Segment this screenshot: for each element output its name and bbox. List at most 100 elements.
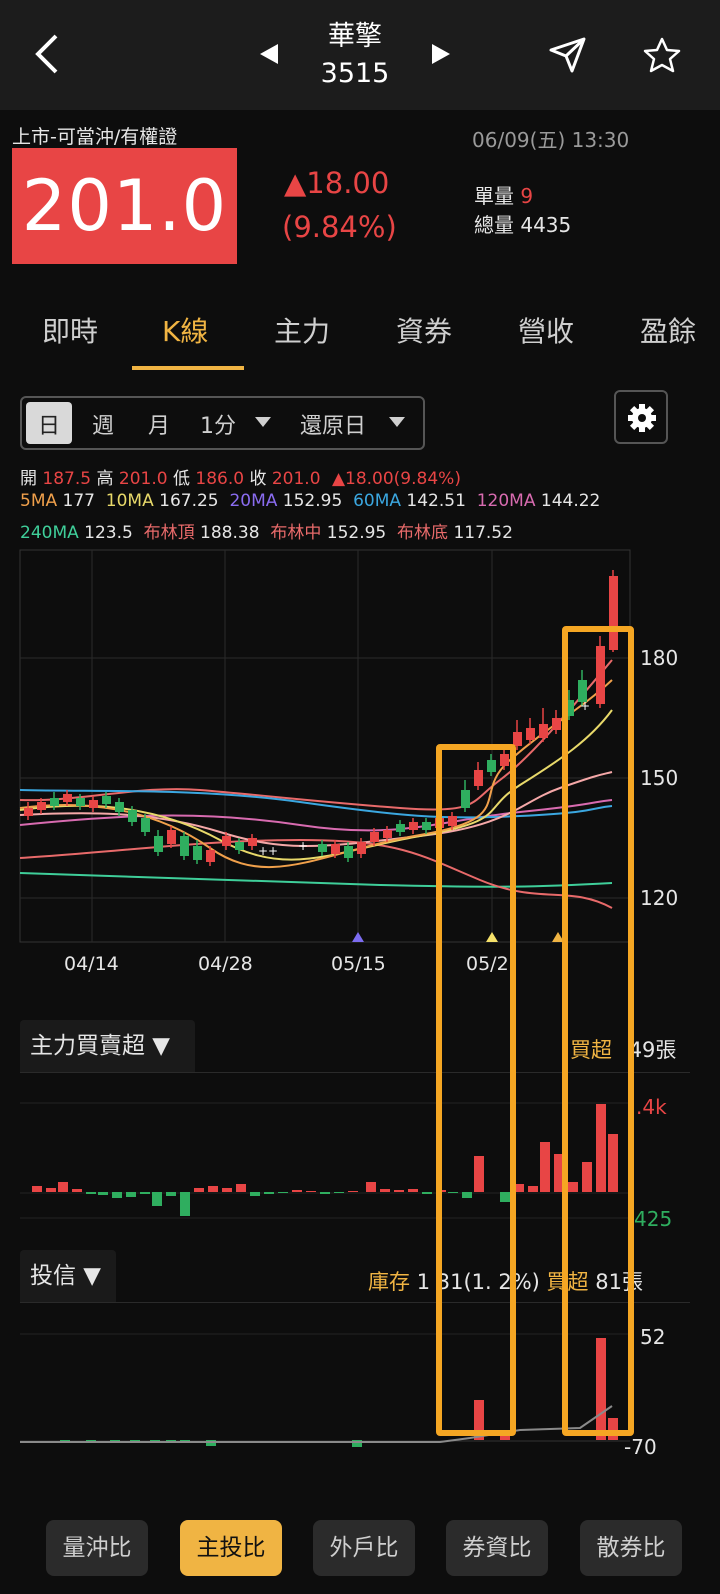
candle-body: [552, 718, 561, 730]
ma60-value: 142.51: [406, 491, 466, 511]
next-stock-icon[interactable]: [430, 42, 452, 66]
unit-volume-label: 單量: [474, 184, 514, 208]
candle-body: [180, 836, 189, 856]
candle-body: [222, 836, 231, 846]
candle-body: [526, 728, 535, 740]
main-force-bar: [58, 1182, 68, 1192]
low-label: 低: [172, 469, 190, 489]
period-week[interactable]: 週: [92, 408, 114, 440]
tab-realtime[interactable]: 即時: [42, 310, 98, 350]
main-force-bar: [86, 1192, 96, 1194]
main-force-bar: [264, 1192, 274, 1194]
trust-top-value: 52: [640, 1325, 665, 1349]
main-trust-ratio-button[interactable]: 主投比: [180, 1520, 282, 1576]
main-force-bottom-value: 425: [634, 1207, 672, 1231]
margin-ratio-button[interactable]: 券資比: [446, 1520, 548, 1576]
total-volume: 總量 4435: [474, 209, 571, 238]
market-label: 上市-可當沖/有權證: [12, 126, 178, 148]
period-minute[interactable]: 1分: [200, 408, 236, 440]
candle-body: [396, 824, 405, 832]
main-force-bar: [208, 1186, 218, 1192]
foreign-ratio-button[interactable]: 外戶比: [313, 1520, 415, 1576]
period-day[interactable]: 日: [38, 408, 60, 440]
tab-kline-underline: [132, 366, 244, 370]
candle-body: [141, 818, 150, 832]
total-volume-value: 4435: [520, 213, 572, 237]
ma5-value: 177: [62, 491, 95, 511]
ma60-label: 60MA: [353, 491, 402, 511]
candle-body: [50, 798, 59, 806]
main-force-bar: [408, 1189, 418, 1192]
trust-dropdown[interactable]: 投信 ▼: [20, 1250, 116, 1302]
candle-body: [409, 822, 418, 830]
candle-body: [422, 822, 431, 830]
candle-body: [206, 850, 215, 862]
main-force-bar: [166, 1192, 176, 1196]
ma20-value: 152.95: [282, 491, 343, 511]
highlight-box-2: [562, 626, 634, 1436]
main-force-bar: [306, 1191, 316, 1192]
candle-body: [154, 836, 163, 852]
unit-volume-value: 9: [520, 184, 534, 208]
main-force-dropdown[interactable]: 主力買賣超 ▼: [20, 1020, 195, 1072]
ma5-line: [19, 679, 613, 869]
ma20-label: 20MA: [229, 491, 278, 511]
high-label: 高: [96, 469, 114, 489]
candle-body: [344, 846, 353, 858]
trust-inventory-line: [20, 1405, 613, 1443]
tab-kline[interactable]: K線: [162, 310, 208, 350]
ma-lines: [19, 659, 613, 909]
tab-main-force[interactable]: 主力: [274, 310, 330, 350]
ma120-label: 120MA: [476, 491, 536, 511]
share-icon[interactable]: [548, 36, 588, 74]
candle-body: [167, 830, 176, 844]
main-force-bar: [46, 1188, 56, 1192]
main-force-bar: [152, 1192, 162, 1206]
close-label: 收: [249, 469, 267, 489]
tab-earnings[interactable]: 盈餘: [640, 310, 696, 350]
candle-body: [318, 844, 327, 852]
minute-dropdown-icon[interactable]: [254, 416, 272, 428]
main-force-bar: [278, 1192, 288, 1193]
main-force-bar: [126, 1192, 136, 1197]
trust-bars: [60, 1338, 618, 1447]
candle-body: [24, 808, 33, 816]
volume-ratio-button[interactable]: 量沖比: [46, 1520, 148, 1576]
retail-ratio-button[interactable]: 散券比: [580, 1520, 682, 1576]
kline-y-labels: 180 150 120: [640, 646, 678, 910]
trust-bottom-value: -70: [624, 1435, 657, 1459]
svg-text:+: +: [298, 839, 308, 853]
main-force-buy-value: 49張: [628, 1038, 677, 1062]
candle-body: [37, 802, 46, 810]
restore-day[interactable]: 還原日: [300, 408, 366, 440]
tab-margin[interactable]: 資券: [396, 310, 452, 350]
prev-stock-icon[interactable]: [258, 42, 280, 66]
tab-revenue[interactable]: 營收: [518, 310, 574, 350]
unit-volume: 單量 9: [474, 180, 533, 209]
main-force-bar: [236, 1184, 246, 1192]
restore-dropdown-icon[interactable]: [388, 416, 406, 428]
main-force-bar: [180, 1192, 190, 1216]
candle-body: [128, 810, 137, 822]
stock-name: 華擎: [328, 21, 382, 52]
main-force-bar: [348, 1191, 358, 1192]
marker-triangle-purple: [352, 932, 364, 942]
candle-body: [248, 838, 257, 846]
settings-button[interactable]: [614, 390, 668, 444]
main-force-bar: [98, 1192, 108, 1195]
favorite-star-icon[interactable]: [642, 36, 682, 74]
y-label-180: 180: [640, 646, 678, 670]
top-bar: 華擎 3515: [0, 0, 720, 110]
trust-inventory-label: 庫存: [368, 1270, 410, 1294]
candle-body: [235, 842, 244, 850]
main-force-bars: [32, 1104, 618, 1216]
main-force-bar: [32, 1186, 42, 1192]
gear-icon: [628, 404, 656, 432]
main-force-bar: [72, 1189, 82, 1192]
back-arrow-icon[interactable]: [30, 32, 64, 76]
open-label: 開: [20, 469, 37, 489]
period-month[interactable]: 月: [148, 408, 170, 440]
candle-body: [63, 794, 72, 802]
ma-legend-row1: 5MA 177 10MA 167.25 20MA 152.95 60MA 142…: [20, 491, 600, 511]
candle-body: [193, 846, 202, 860]
